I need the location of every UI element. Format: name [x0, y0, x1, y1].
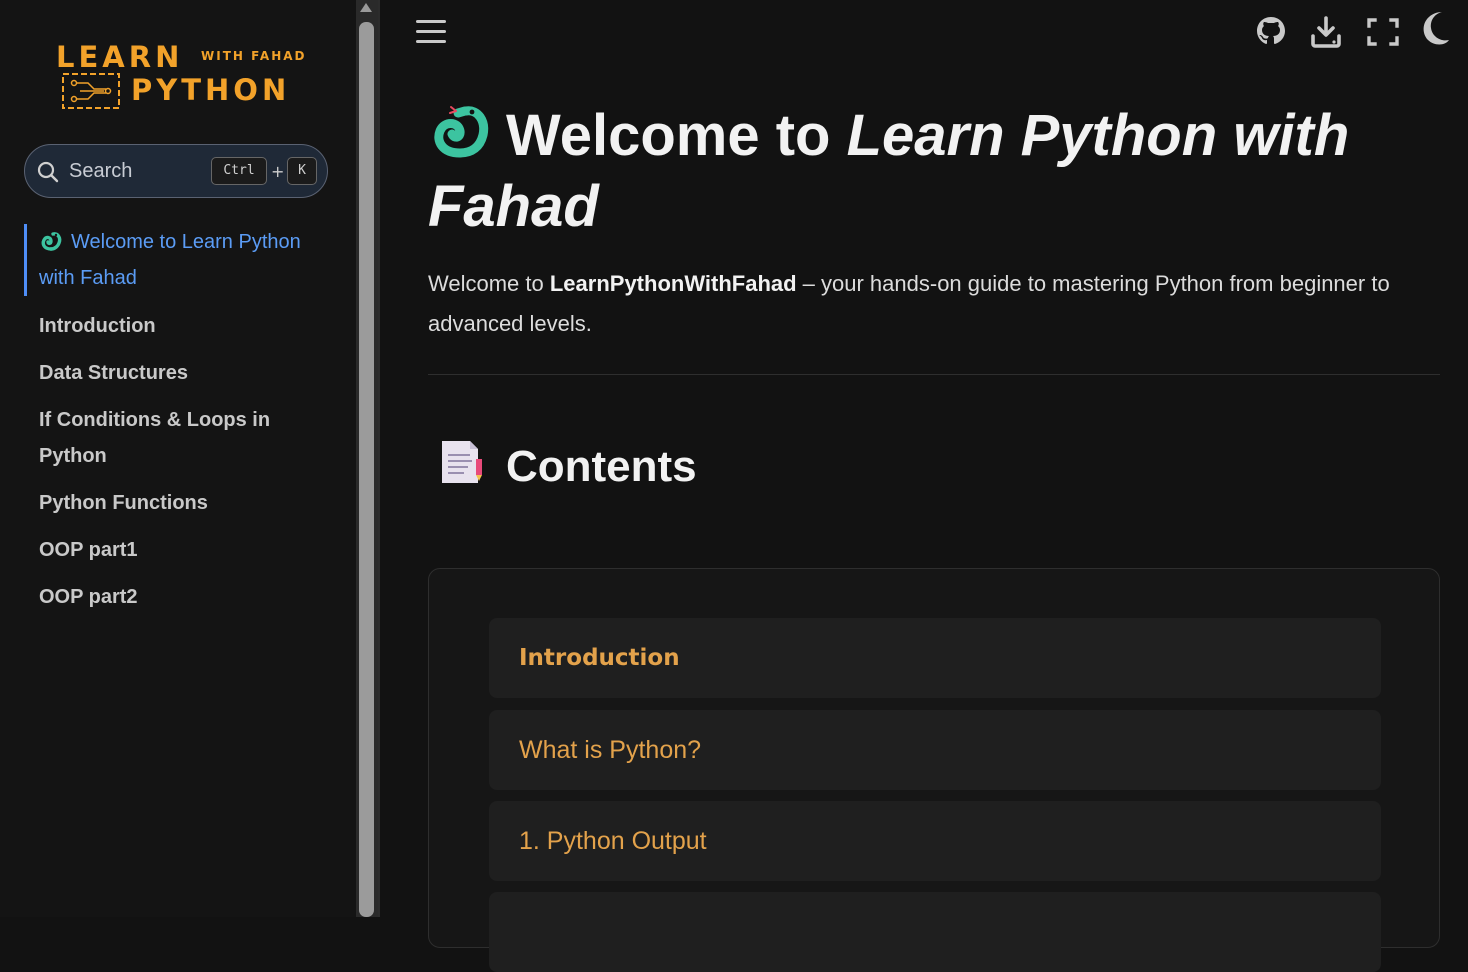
sidebar-divider: [378, 0, 380, 917]
toc-item[interactable]: [489, 892, 1381, 972]
intro-brand: LearnPythonWithFahad: [549, 271, 797, 296]
search-icon: [37, 161, 59, 183]
sidebar-item-data-structures[interactable]: Data Structures: [24, 355, 334, 391]
toc-item-python-output[interactable]: 1. Python Output: [489, 801, 1381, 881]
main-content: Welcome to Learn Python with Fahad Welco…: [428, 100, 1440, 497]
search-placeholder: Search: [69, 160, 133, 182]
logo-with: WITH FAHAD: [201, 49, 307, 63]
sidebar-item-functions[interactable]: Python Functions: [24, 485, 334, 521]
sidebar-item-conditions-loops[interactable]: If Conditions & Loops in Python: [24, 402, 334, 474]
sidebar-item-introduction[interactable]: Introduction: [24, 308, 334, 344]
snake-icon: [434, 106, 489, 158]
menu-icon[interactable]: [416, 20, 446, 46]
scroll-up-arrow-icon[interactable]: [360, 3, 372, 12]
sidebar: LEARN WITH FAHAD PYTHON Search Ctrl + K …: [0, 0, 356, 917]
dark-mode-icon[interactable]: [1420, 8, 1456, 48]
sidebar-nav: Welcome to Learn Python with Fahad Intro…: [24, 224, 334, 626]
document-icon: [442, 441, 482, 483]
toc-item-what-is-python[interactable]: What is Python?: [489, 710, 1381, 790]
fullscreen-icon[interactable]: [1365, 12, 1401, 52]
title-plain: Welcome to: [506, 103, 847, 168]
section-divider: [428, 374, 1440, 375]
shortcut-ctrl-key: Ctrl: [211, 157, 267, 185]
snake-icon: [41, 232, 62, 251]
scrollbar-thumb[interactable]: [359, 22, 374, 917]
search-box[interactable]: Search Ctrl + K: [24, 144, 328, 198]
page-title: Welcome to Learn Python with Fahad: [428, 100, 1440, 242]
circuit-chip-icon: [62, 73, 120, 109]
contents-heading: Contents: [428, 437, 1440, 497]
sidebar-item-welcome[interactable]: Welcome to Learn Python with Fahad: [24, 224, 334, 296]
github-icon[interactable]: [1253, 12, 1289, 52]
intro-paragraph: Welcome to LearnPythonWithFahad – your h…: [428, 271, 1390, 336]
sidebar-item-oop-part2[interactable]: OOP part2: [24, 579, 334, 615]
shortcut-k-key: K: [287, 157, 317, 185]
table-of-contents: Introduction What is Python? 1. Python O…: [428, 568, 1440, 972]
shortcut-plus: +: [271, 162, 285, 181]
site-logo[interactable]: LEARN WITH FAHAD PYTHON: [54, 40, 314, 110]
logo-learn: LEARN: [56, 40, 184, 74]
logo-python: PYTHON: [131, 73, 291, 107]
sidebar-item-label: Welcome to Learn Python with Fahad: [39, 231, 301, 289]
download-icon[interactable]: [1308, 12, 1344, 52]
toc-item-introduction[interactable]: Introduction: [489, 618, 1381, 698]
sidebar-item-oop-part1[interactable]: OOP part1: [24, 532, 334, 568]
sidebar-scrollbar[interactable]: [356, 0, 378, 917]
